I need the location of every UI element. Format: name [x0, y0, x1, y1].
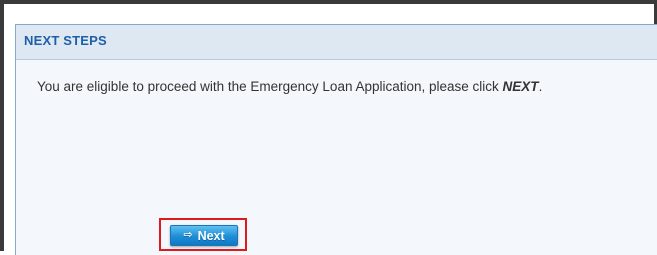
- next-button-label: Next: [197, 228, 225, 243]
- panel-title: NEXT STEPS: [24, 33, 107, 48]
- next-button-highlight: ⇨ Next: [159, 218, 247, 251]
- eligibility-message: You are eligible to proceed with the Eme…: [37, 79, 542, 94]
- next-steps-panel: NEXT STEPS You are eligible to proceed w…: [15, 24, 657, 255]
- arrow-right-icon: ⇨: [183, 229, 193, 241]
- next-button[interactable]: ⇨ Next: [170, 225, 238, 246]
- panel-header: NEXT STEPS: [16, 25, 657, 60]
- message-suffix: .: [538, 79, 543, 94]
- message-emphasis: NEXT: [502, 79, 539, 94]
- message-text: You are eligible to proceed with the Eme…: [37, 79, 503, 94]
- window-frame: NEXT STEPS You are eligible to proceed w…: [0, 0, 657, 255]
